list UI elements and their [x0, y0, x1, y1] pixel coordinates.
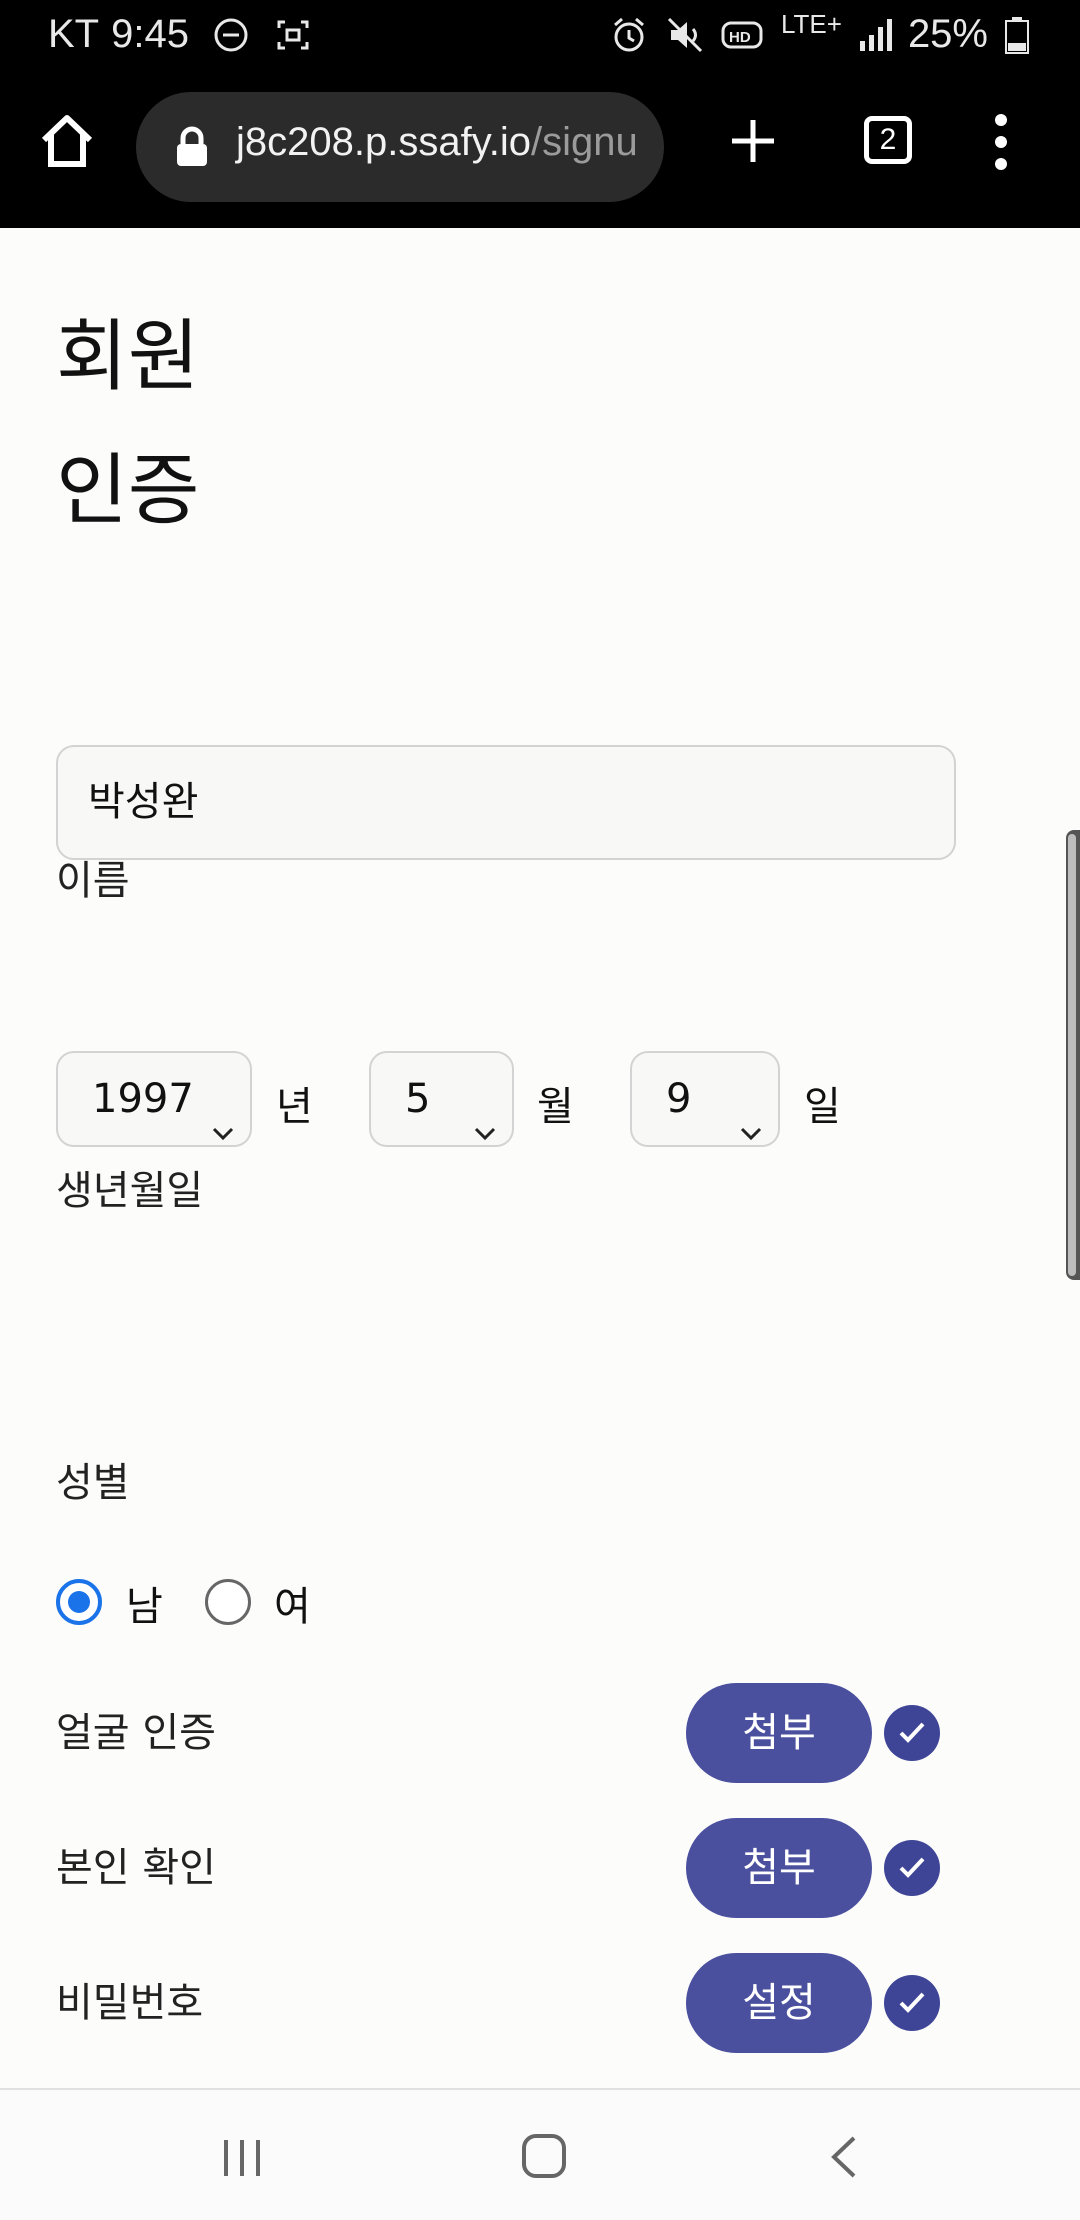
- address-bar[interactable]: j8c208.p.ssafy.io/signu: [136, 92, 664, 202]
- system-nav-bar: [0, 2088, 1080, 2220]
- lte-icon: LTE+: [781, 9, 842, 39]
- page-title: 회원 인증: [56, 290, 200, 558]
- birth-year-value: 1997: [92, 1076, 194, 1122]
- face-auth-label: 얼굴 인증: [56, 1710, 216, 1756]
- chevron-down-icon: [472, 1087, 498, 1141]
- signal-icon: [858, 15, 892, 55]
- battery-icon: [1004, 15, 1030, 55]
- tab-switcher-button[interactable]: 2: [864, 116, 912, 164]
- back-icon[interactable]: [826, 2134, 862, 2180]
- identity-check-attach-button[interactable]: 첨부: [686, 1818, 872, 1918]
- scrollbar[interactable]: [1066, 830, 1080, 1280]
- birth-month-value: 5: [405, 1076, 431, 1122]
- birth-day-select[interactable]: 9: [630, 1051, 780, 1147]
- browser-toolbar: j8c208.p.ssafy.io/signu 2: [0, 72, 1080, 228]
- url-path: /signu: [530, 120, 638, 164]
- status-bar: KT 9:45 HD LTE+ 25%: [0, 0, 1080, 72]
- page-title-line2: 인증: [56, 446, 200, 536]
- password-set-button[interactable]: 설정: [686, 1953, 872, 2053]
- recent-apps-icon[interactable]: [220, 2138, 264, 2178]
- alarm-icon: [609, 15, 649, 55]
- birth-month-select[interactable]: 5: [369, 1051, 514, 1147]
- gender-label: 성별: [56, 1460, 130, 1506]
- more-menu-icon[interactable]: [990, 112, 1012, 172]
- svg-text:HD: HD: [729, 29, 751, 46]
- hd-icon: HD: [721, 15, 765, 55]
- identity-check-label: 본인 확인: [56, 1845, 216, 1891]
- battery-label: 25%: [907, 12, 988, 56]
- password-label: 비밀번호: [56, 1980, 204, 2026]
- gender-male-label[interactable]: 남: [126, 1574, 163, 1632]
- carrier-label: KT: [48, 12, 100, 56]
- password-check-icon: [884, 1975, 940, 2031]
- face-auth-attach-button[interactable]: 첨부: [686, 1683, 872, 1783]
- home-icon[interactable]: [36, 110, 98, 172]
- new-tab-icon[interactable]: [728, 116, 778, 166]
- chevron-down-icon: [210, 1087, 236, 1141]
- lock-icon: [174, 126, 210, 168]
- birth-month-unit: 월: [537, 1084, 574, 1130]
- gender-female-label[interactable]: 여: [274, 1574, 311, 1632]
- url-domain: j8c208.p.ssafy.io: [236, 120, 531, 164]
- screen-record-icon: [273, 15, 313, 55]
- dnd-icon: [211, 15, 251, 55]
- birth-year-unit: 년: [276, 1084, 313, 1130]
- gender-female-radio[interactable]: [205, 1579, 251, 1625]
- face-auth-check-icon: [884, 1705, 940, 1761]
- birth-day-value: 9: [666, 1076, 692, 1122]
- clock: 9:45: [111, 12, 189, 56]
- identity-check-check-icon: [884, 1840, 940, 1896]
- mute-icon: [665, 15, 705, 55]
- birth-day-unit: 일: [804, 1084, 841, 1130]
- page-title-line1: 회원: [56, 312, 200, 402]
- gender-male-radio[interactable]: [56, 1579, 102, 1625]
- birthdate-label: 생년월일: [56, 1168, 204, 1214]
- chevron-down-icon: [738, 1087, 764, 1141]
- birth-year-select[interactable]: 1997: [56, 1051, 252, 1147]
- home-nav-icon[interactable]: [520, 2132, 568, 2180]
- name-input[interactable]: 박성완: [56, 745, 956, 860]
